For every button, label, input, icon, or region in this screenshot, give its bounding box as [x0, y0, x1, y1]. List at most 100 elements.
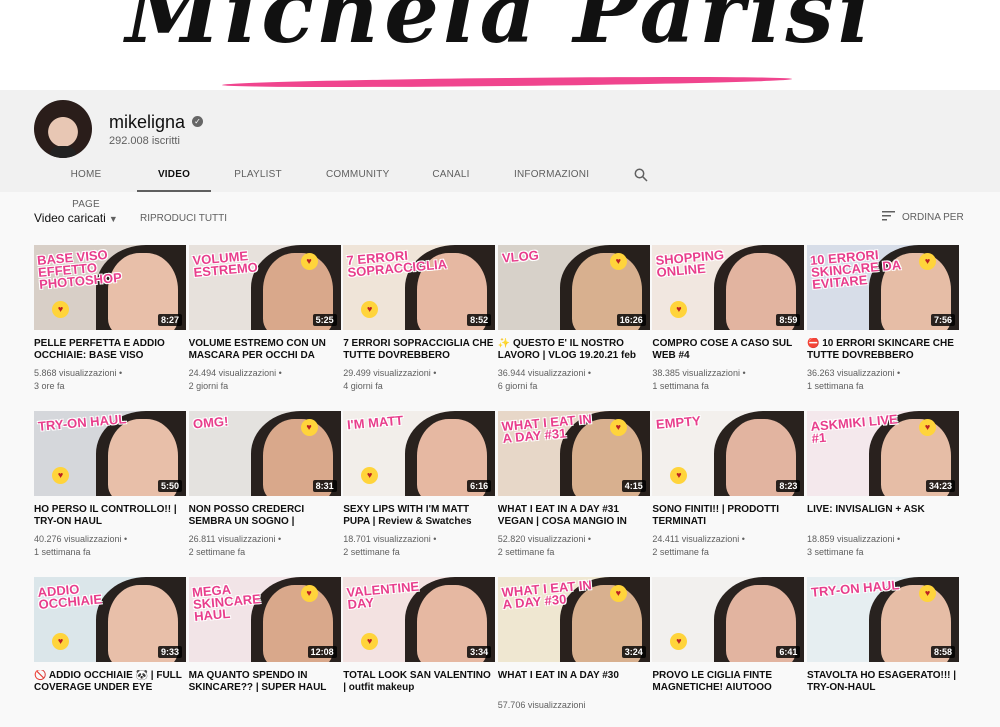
- video-meta: 36.263 visualizzazioni • 1 settimana fa: [807, 367, 959, 393]
- video-thumbnail[interactable]: OMG! ♥ 8:31: [188, 411, 341, 496]
- video-title[interactable]: WHAT I EAT IN A DAY #30: [498, 670, 650, 694]
- video-title[interactable]: TOTAL LOOK SAN VALENTINO | outfit makeup: [343, 670, 495, 694]
- video-card[interactable]: EMPTY ♥ 8:23 SONO FINITI!! | PRODOTTI TERMI…: [652, 411, 805, 561]
- thumbnail-text: I'M MATT: [346, 412, 404, 433]
- emoji-sticker-icon: ♥: [361, 301, 379, 318]
- tab-community[interactable]: COMMUNITY: [326, 160, 389, 192]
- video-thumbnail[interactable]: WHAT I EAT IN A DAY #30 ♥ 3:24: [497, 577, 650, 662]
- video-thumbnail[interactable]: SHOPPING ONLINE ♥ 8:59: [652, 245, 805, 330]
- thumbnail-text: EMPTY: [655, 413, 702, 432]
- video-toolbar: Video caricati ▼ RIPRODUCI TUTTI ORDINA P…: [0, 192, 1000, 242]
- video-thumbnail[interactable]: MEGA SKINCARE HAUL ♥ 12:08: [188, 577, 341, 662]
- emoji-sticker-icon: ♥: [300, 585, 318, 602]
- upload-age: 4 giorni fa: [343, 381, 383, 391]
- video-title[interactable]: MA QUANTO SPENDO IN SKINCARE?? | SUPER H…: [189, 670, 341, 694]
- duration-badge: 4:15: [621, 480, 646, 492]
- channel-name[interactable]: mikeligna: [109, 112, 185, 133]
- duration-badge: 8:23: [776, 480, 801, 492]
- video-title[interactable]: SONO FINITI!! | PRODOTTI TERMINATI: [652, 504, 804, 528]
- video-thumbnail[interactable]: TRY-ON HAUL ♥ 5:50: [34, 411, 186, 496]
- video-thumbnail[interactable]: VOLUME ESTREMO ♥ 5:25: [188, 245, 341, 330]
- tab-channels[interactable]: CANALI: [432, 160, 470, 192]
- emoji-sticker-icon: ♥: [609, 253, 627, 270]
- video-title[interactable]: PROVO LE CIGLIA FINTE MAGNETICHE! AIUTOO…: [652, 670, 804, 694]
- video-title[interactable]: LIVE: INVISALIGN + ASK: [807, 504, 959, 528]
- emoji-sticker-icon: ♥: [670, 633, 688, 650]
- video-card[interactable]: ADDIO OCCHIAIE ♥ 9:33 🚫 ADDIO OCCHIAIE 🐼 | …: [34, 577, 186, 727]
- sort-button[interactable]: ORDINA PER: [882, 211, 964, 223]
- video-card[interactable]: SHOPPING ONLINE ♥ 8:59 COMPRO COSE A CASO S…: [652, 245, 805, 395]
- video-card[interactable]: I'M MATT ♥ 6:16 SEXY LIPS WITH I'M MATT PUP…: [343, 411, 496, 561]
- video-card[interactable]: BASE VISO EFFETTO PHOTOSHOP ♥ 8:27 PELLE PE…: [34, 245, 186, 395]
- video-card[interactable]: VLOG ♥ 16:26 ✨ QUESTO E' IL NOSTRO LAVORO |…: [497, 245, 650, 395]
- video-card[interactable]: TRY-ON HAUL ♥ 8:58 STAVOLTA HO ESAGERATO!!!…: [807, 577, 959, 727]
- video-thumbnail[interactable]: VLOG ♥ 16:26: [497, 245, 650, 330]
- video-title[interactable]: VOLUME ESTREMO CON UN MASCARA PER OCCHI …: [189, 338, 341, 362]
- video-title[interactable]: HO PERSO IL CONTROLLO!! | TRY-ON HAUL: [34, 504, 186, 528]
- video-title[interactable]: NON POSSO CREDERCI SEMBRA UN SOGNO |: [189, 504, 341, 528]
- duration-badge: 9:33: [157, 646, 182, 658]
- sort-label: ORDINA PER: [902, 212, 964, 223]
- upload-age: 1 settimana fa: [652, 381, 709, 391]
- view-count: 36.263 visualizzazioni •: [807, 368, 901, 378]
- video-thumbnail[interactable]: ♥ 6:41: [652, 577, 805, 662]
- video-meta: 18.859 visualizzazioni • 3 settimane fa: [807, 533, 959, 559]
- video-thumbnail[interactable]: ASKMIKI LIVE #1 ♥ 34:23: [807, 411, 959, 496]
- emoji-sticker-icon: ♥: [609, 419, 627, 436]
- upload-age: 2 settimane fa: [652, 547, 709, 557]
- video-card[interactable]: MEGA SKINCARE HAUL ♥ 12:08 MA QUANTO SPENDO…: [188, 577, 341, 727]
- tab-video[interactable]: VIDEO: [137, 160, 211, 192]
- duration-badge: 7:56: [930, 314, 955, 326]
- video-meta: 18.701 visualizzazioni • 2 settimane fa: [343, 533, 495, 559]
- video-thumbnail[interactable]: 7 ERRORI SOPRACCIGLIA ♥ 8:52: [343, 245, 496, 330]
- video-card[interactable]: ASKMIKI LIVE #1 ♥ 34:23 LIVE: INVISALIGN + …: [807, 411, 959, 561]
- thumbnail-text: BASE VISO EFFETTO PHOTOSHOP: [36, 246, 123, 292]
- channel-header: mikeligna ✓ 292.008 iscritti HOME PAGE V…: [0, 90, 1000, 210]
- video-thumbnail[interactable]: ADDIO OCCHIAIE ♥ 9:33: [34, 577, 186, 662]
- tab-home[interactable]: HOME PAGE: [57, 160, 115, 210]
- video-thumbnail[interactable]: BASE VISO EFFETTO PHOTOSHOP ♥ 8:27: [34, 245, 186, 330]
- video-meta: 40.276 visualizzazioni • 1 settimana fa: [34, 533, 186, 559]
- video-card[interactable]: TRY-ON HAUL ♥ 5:50 HO PERSO IL CONTROLLO!! …: [34, 411, 186, 561]
- video-thumbnail[interactable]: WHAT I EAT IN A DAY #31 ♥ 4:15: [497, 411, 650, 496]
- banner-title: Michela Parisi: [125, 0, 875, 63]
- search-icon[interactable]: [634, 168, 648, 182]
- video-title[interactable]: 🚫 ADDIO OCCHIAIE 🐼 | FULL COVERAGE UNDER…: [34, 670, 186, 694]
- video-meta: 38.385 visualizzazioni • 1 settimana fa: [652, 367, 804, 393]
- video-title[interactable]: ⛔ 10 ERRORI SKINCARE CHE TUTTE DOVREBBER…: [807, 338, 959, 362]
- avatar[interactable]: [34, 100, 92, 158]
- duration-badge: 3:24: [621, 646, 646, 658]
- duration-badge: 16:26: [616, 314, 646, 326]
- video-title[interactable]: COMPRO COSE A CASO SUL WEB #4: [652, 338, 804, 362]
- video-thumbnail[interactable]: EMPTY ♥ 8:23: [652, 411, 805, 496]
- video-thumbnail[interactable]: TRY-ON HAUL ♥ 8:58: [807, 577, 959, 662]
- video-title[interactable]: 7 ERRORI SOPRACCIGLIA CHE TUTTE DOVREBBE…: [343, 338, 495, 362]
- tab-about[interactable]: INFORMAZIONI: [514, 160, 589, 192]
- caret-down-icon: ▼: [108, 214, 118, 224]
- video-card[interactable]: VOLUME ESTREMO ♥ 5:25 VOLUME ESTREMO CON UN…: [188, 245, 341, 395]
- video-card[interactable]: WHAT I EAT IN A DAY #31 ♥ 4:15 WHAT I EAT I…: [497, 411, 650, 561]
- video-title[interactable]: SEXY LIPS WITH I'M MATT PUPA | Review & …: [343, 504, 495, 528]
- video-thumbnail[interactable]: I'M MATT ♥ 6:16: [343, 411, 496, 496]
- video-card[interactable]: OMG! ♥ 8:31 NON POSSO CREDERCI SEMBRA UN SO…: [188, 411, 341, 561]
- video-card[interactable]: VALENTINE DAY ♥ 3:34 TOTAL LOOK SAN VALENTI…: [343, 577, 496, 727]
- video-meta: 5.868 visualizzazioni • 3 ore fa: [34, 367, 186, 393]
- video-title[interactable]: PELLE PERFETTA E ADDIO OCCHIAIE: BASE VI…: [34, 338, 186, 362]
- video-card[interactable]: 10 ERRORI SKINCARE DA EVITARE ♥ 7:56 ⛔ 10 E…: [807, 245, 959, 395]
- banner-pink-stroke: [221, 75, 793, 89]
- duration-badge: 34:23: [925, 480, 955, 492]
- upload-age: 1 settimana fa: [807, 381, 864, 391]
- video-card[interactable]: WHAT I EAT IN A DAY #30 ♥ 3:24 WHAT I EAT I…: [497, 577, 650, 727]
- tab-playlist[interactable]: PLAYLIST: [234, 160, 282, 192]
- video-title[interactable]: WHAT I EAT IN A DAY #31 VEGAN | COSA MAN…: [498, 504, 650, 528]
- video-title[interactable]: ✨ QUESTO E' IL NOSTRO LAVORO | VLOG 19.2…: [498, 338, 650, 362]
- duration-badge: 8:27: [157, 314, 182, 326]
- video-thumbnail[interactable]: 10 ERRORI SKINCARE DA EVITARE ♥ 7:56: [807, 245, 959, 330]
- video-card[interactable]: 7 ERRORI SOPRACCIGLIA ♥ 8:52 7 ERRORI SOPRA…: [343, 245, 496, 395]
- video-thumbnail[interactable]: VALENTINE DAY ♥ 3:34: [343, 577, 496, 662]
- play-all-button[interactable]: RIPRODUCI TUTTI: [140, 213, 227, 224]
- video-card[interactable]: ♥ 6:41 PROVO LE CIGLIA FINTE MAGNETICHE! A…: [652, 577, 805, 727]
- video-title[interactable]: STAVOLTA HO ESAGERATO!!! | TRY-ON-HAUL: [807, 670, 959, 694]
- video-meta: 26.811 visualizzazioni • 2 settimane fa: [189, 533, 341, 559]
- uploaded-videos-dropdown[interactable]: Video caricati ▼: [34, 211, 118, 225]
